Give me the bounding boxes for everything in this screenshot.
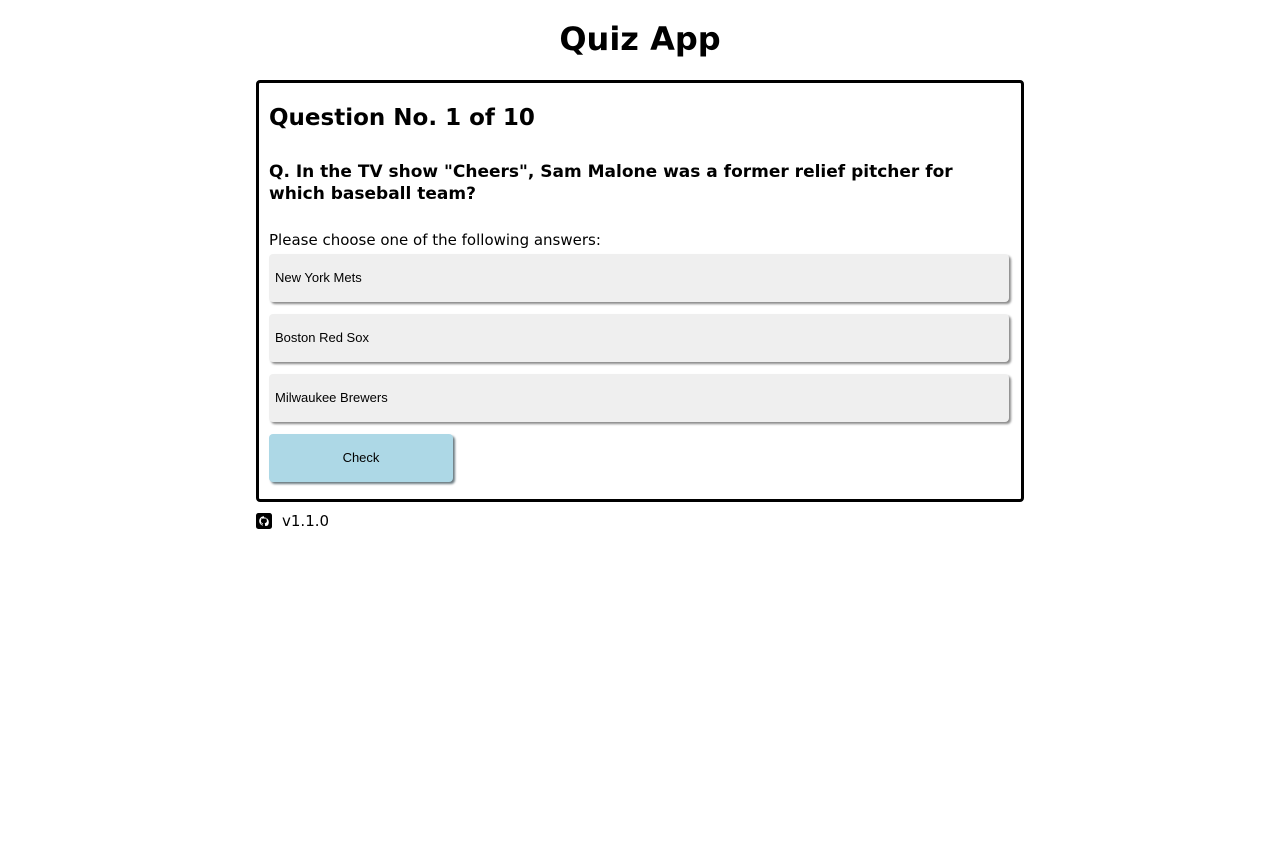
version-label: v1.1.0 (282, 512, 330, 530)
check-button[interactable]: Check (269, 434, 453, 482)
question-number: Question No. 1 of 10 (269, 105, 535, 131)
github-icon[interactable] (256, 513, 272, 529)
answer-option-milwaukee-brewers[interactable]: Milwaukee Brewers (269, 374, 1009, 422)
question-text: Q. In the TV show "Cheers", Sam Malone w… (269, 162, 953, 204)
answer-option-new-york-mets[interactable]: New York Mets (269, 254, 1009, 302)
quiz-card: Question No. 1 of 10 Q. In the TV show "… (256, 80, 1024, 502)
answer-instructions: Please choose one of the following answe… (269, 231, 601, 249)
app-title: Quiz App (559, 20, 721, 58)
footer: v1.1.0 (256, 511, 329, 531)
answer-option-boston-red-sox[interactable]: Boston Red Sox (269, 314, 1009, 362)
